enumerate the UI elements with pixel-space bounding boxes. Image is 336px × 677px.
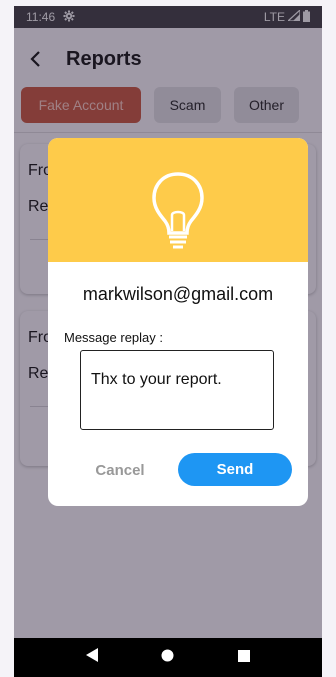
system-nav-bar <box>14 638 322 677</box>
lightbulb-icon <box>152 172 204 249</box>
cancel-button[interactable]: Cancel <box>80 454 160 486</box>
dialog-header <box>48 138 308 262</box>
reporter-email: markwilson@gmail.com <box>82 284 274 304</box>
nav-home-icon[interactable] <box>161 649 174 667</box>
nav-back-icon[interactable] <box>85 648 98 667</box>
message-label: Message replay : <box>64 330 163 345</box>
reply-dialog: markwilson@gmail.com Message replay : Th… <box>48 138 308 506</box>
nav-recents-icon[interactable] <box>238 649 251 667</box>
message-input[interactable]: Thx to your report. <box>80 350 274 430</box>
send-button[interactable]: Send <box>178 453 292 486</box>
